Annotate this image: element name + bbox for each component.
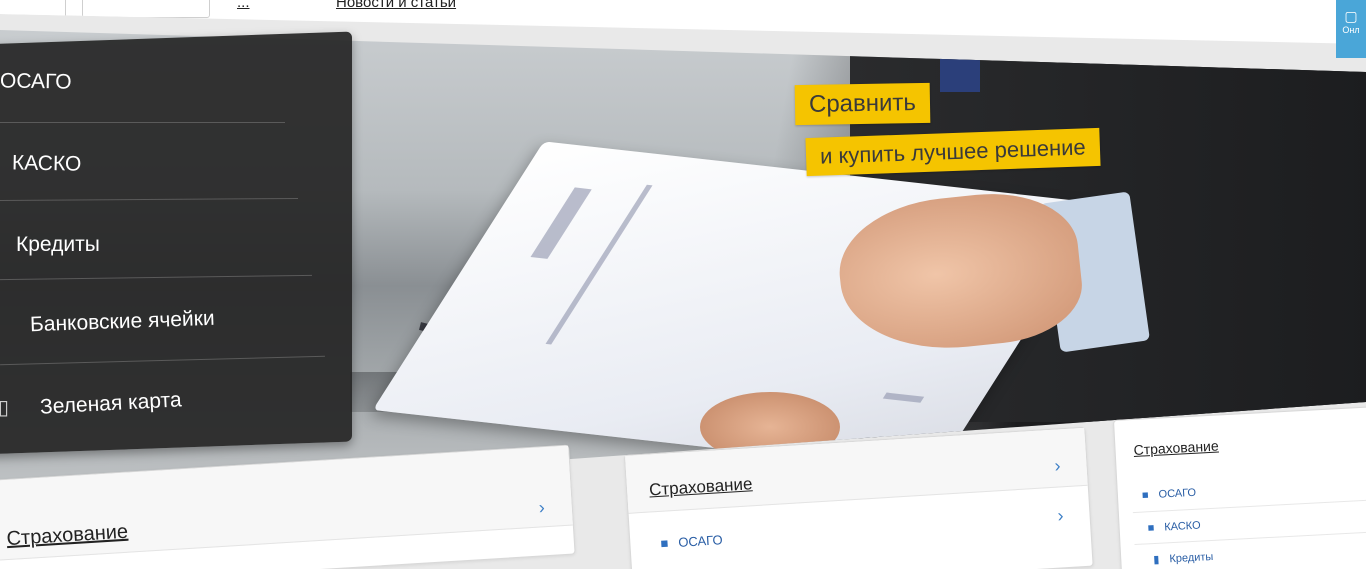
chat-icon: ▢ — [1344, 8, 1358, 24]
side-menu-item-credits[interactable]: Кредиты — [16, 233, 100, 257]
menu-divider — [0, 122, 285, 123]
chevron-right-icon[interactable]: › — [538, 497, 545, 518]
header-button-2[interactable] — [82, 0, 210, 18]
document-icon: ▮ — [1153, 553, 1160, 567]
hero-tagline-1: Сравнить — [794, 82, 931, 126]
nav-link-news[interactable]: Новости и статьи — [336, 0, 456, 11]
insurance-card-3: Страхование ■ ОСАГО ■ КАСКО ▮ Кредиты — [1113, 405, 1366, 569]
card-row-kasko[interactable]: ■ КАСКО — [1147, 520, 1201, 535]
chevron-right-icon[interactable]: › — [1057, 505, 1064, 526]
car-icon: ■ — [1147, 521, 1155, 535]
card-title[interactable]: Страхование — [1133, 438, 1219, 458]
card-row-label: КАСКО — [1164, 519, 1201, 534]
nav-link-1[interactable]: ... — [237, 0, 250, 11]
badge-label: Онл — [1342, 25, 1360, 35]
card-row-credits[interactable]: ▮ Кредиты — [1153, 550, 1214, 566]
card-row-osago[interactable]: ■ ОСАГО — [1142, 487, 1197, 502]
card-icon: ▯ — [0, 397, 10, 419]
header-button-1[interactable] — [0, 0, 66, 18]
car-icon: ■ — [1141, 489, 1149, 502]
car-icon: ■ — [660, 535, 669, 551]
card-row-label: ОСАГО — [677, 532, 723, 550]
row-divider — [1132, 498, 1366, 514]
card-row-osago[interactable]: ■ ОСАГО — [660, 532, 723, 551]
side-menu-item-osago[interactable]: ОСАГО — [0, 69, 72, 94]
side-menu-item-kasko[interactable]: КАСКО — [12, 151, 82, 176]
card-row-label: Кредиты — [1169, 550, 1214, 566]
online-chat-badge[interactable]: ▢ Онл — [1336, 0, 1366, 58]
chevron-right-icon[interactable]: › — [1054, 455, 1061, 476]
card-row-label: ОСАГО — [1158, 486, 1197, 501]
